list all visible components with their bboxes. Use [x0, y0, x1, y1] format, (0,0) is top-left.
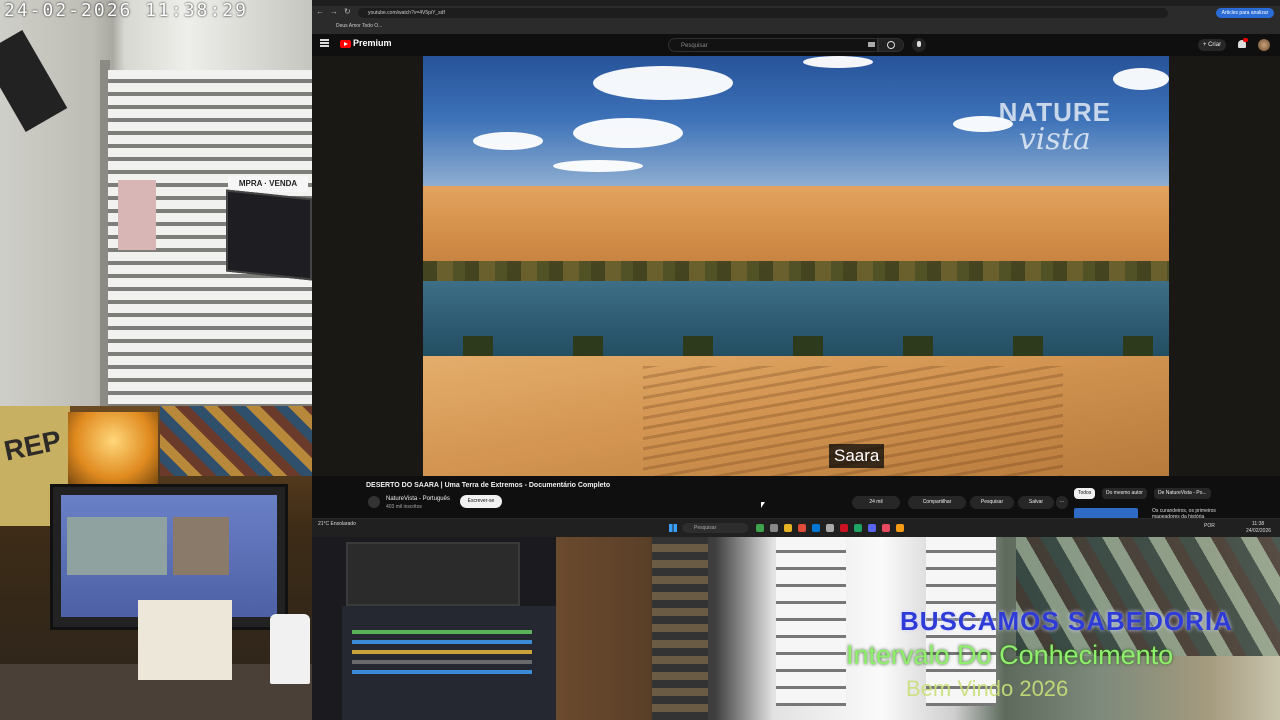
youtube-header: Premium Pesquisar + Criar	[312, 34, 1280, 56]
taskbar-app-icon[interactable]	[840, 524, 848, 532]
hamburger-menu-icon[interactable]	[320, 39, 329, 47]
clip-button[interactable]: Pesquisar	[970, 496, 1014, 509]
share-button[interactable]: Compartilhar	[908, 496, 966, 509]
browser-window: ← → ↻ youtube.com/watch?v=4V5piY_sdf Art…	[312, 0, 1280, 536]
studio-monitor-bottom	[342, 606, 556, 720]
subscribe-button[interactable]: Escrever-se	[460, 495, 502, 508]
taskbar-app-icon[interactable]	[826, 524, 834, 532]
clock-date[interactable]: 24/02/2026	[1246, 528, 1271, 534]
overlay-line-2: Intervalo Do Conhecimento	[846, 640, 1174, 670]
graffiti-wall	[1016, 536, 1280, 656]
like-button[interactable]: 24 mil	[852, 496, 900, 509]
video-frame[interactable]: NATURE vista	[423, 56, 1169, 476]
notification-badge	[1243, 38, 1248, 42]
url-input[interactable]: youtube.com/watch?v=4V5piY_sdf	[358, 8, 1168, 18]
taskbar-app-icon[interactable]	[756, 524, 764, 532]
cloud	[803, 56, 873, 68]
sidebar-button[interactable]: Articles para analizar	[1216, 8, 1274, 18]
taskbar-app-icon[interactable]	[896, 524, 904, 532]
studio-camera-feed	[312, 536, 556, 720]
cloud	[593, 66, 733, 100]
chip-same-author[interactable]: Do mesmo autor	[1102, 488, 1147, 499]
chip-channel[interactable]: De NatureVista - Po...	[1154, 488, 1211, 499]
taskbar-app-icon[interactable]	[882, 524, 890, 532]
bookshelf	[652, 536, 708, 720]
avatar[interactable]	[1258, 39, 1270, 51]
pink-sign	[118, 180, 156, 250]
save-button[interactable]: Salvar	[1018, 496, 1054, 509]
cloud	[473, 132, 543, 150]
camera-timestamp: 24-02-2026 11:38:29	[4, 0, 248, 21]
taskbar-app-icon[interactable]	[868, 524, 876, 532]
video-player[interactable]: NATURE vista Saara	[312, 56, 1280, 476]
clock-time[interactable]: 11:38	[1252, 521, 1264, 527]
channel-name[interactable]: NatureVista - Português	[386, 496, 450, 502]
foreground-sand	[423, 356, 1169, 476]
watermark-line-2: vista	[1018, 122, 1091, 157]
weather-widget[interactable]: 21°C Ensolarado	[318, 521, 356, 527]
language-indicator[interactable]: POR	[1204, 523, 1215, 529]
youtube-brand[interactable]: Premium	[353, 38, 392, 48]
mouse-cursor-icon	[761, 502, 765, 508]
studio-monitor-top	[346, 542, 520, 606]
laptop	[226, 189, 312, 281]
chrome-icon[interactable]	[798, 524, 806, 532]
lamp	[68, 412, 158, 484]
cloud	[553, 160, 643, 172]
bookmarks-bar: Deus Amor Todo O...	[312, 20, 1280, 35]
monitor-screen	[61, 495, 277, 617]
forward-icon[interactable]: →	[330, 7, 338, 16]
channel-watermark: NATURE vista	[999, 98, 1111, 157]
windows-start-icon[interactable]	[669, 524, 677, 532]
file-explorer-icon[interactable]	[784, 524, 792, 532]
youtube-logo-icon[interactable]	[340, 40, 351, 48]
street-camera-feed: MPRA · VENDA	[0, 0, 312, 406]
chip-all[interactable]: Todos	[1074, 488, 1096, 499]
more-actions-button[interactable]: ···	[1056, 496, 1068, 509]
overlay-line-1: BUSCAMOS SABEDORIA	[900, 606, 1233, 636]
desk-camera-feed: REP	[0, 406, 312, 720]
taskbar-search[interactable]: Pesquisar	[682, 523, 748, 533]
taskbar-app-icon[interactable]	[770, 524, 778, 532]
decorative-wall	[160, 406, 312, 476]
video-title: DESERTO DO SAARA | Uma Terra de Extremos…	[366, 482, 611, 489]
reload-icon[interactable]: ↻	[344, 7, 351, 16]
search-icon	[887, 41, 895, 49]
voice-search-icon[interactable]	[912, 38, 926, 52]
channel-avatar[interactable]	[368, 496, 380, 508]
window-left	[776, 536, 846, 706]
street-sign: MPRA · VENDA	[228, 176, 308, 192]
video-subtitle: Saara	[829, 444, 885, 468]
poster-text: REP	[1, 424, 65, 467]
cloud	[1113, 68, 1169, 90]
cloud	[573, 118, 683, 148]
search-button[interactable]	[878, 38, 904, 52]
edge-icon[interactable]	[812, 524, 820, 532]
like-count: 24 mil	[869, 499, 883, 505]
search-input[interactable]: Pesquisar	[668, 38, 878, 52]
back-icon[interactable]: ←	[316, 7, 324, 16]
subscriber-count: 403 mil inscritos	[386, 504, 422, 510]
overlay-line-3: Bem Vindo 2026	[906, 676, 1069, 701]
address-bar: ← → ↻ youtube.com/watch?v=4V5piY_sdf Art…	[312, 6, 1280, 20]
taskbar-app-icon[interactable]	[854, 524, 862, 532]
bookmark-item[interactable]: Deus Amor Todo O...	[336, 23, 382, 29]
laptop-dark	[0, 30, 68, 132]
calendar	[138, 600, 232, 680]
bottle	[270, 614, 310, 684]
keyboard-icon[interactable]	[868, 42, 875, 47]
create-button[interactable]: + Criar	[1198, 39, 1226, 51]
windows-taskbar: 21°C Ensolarado Pesquisar POR 11:38 24/0…	[312, 518, 1280, 537]
